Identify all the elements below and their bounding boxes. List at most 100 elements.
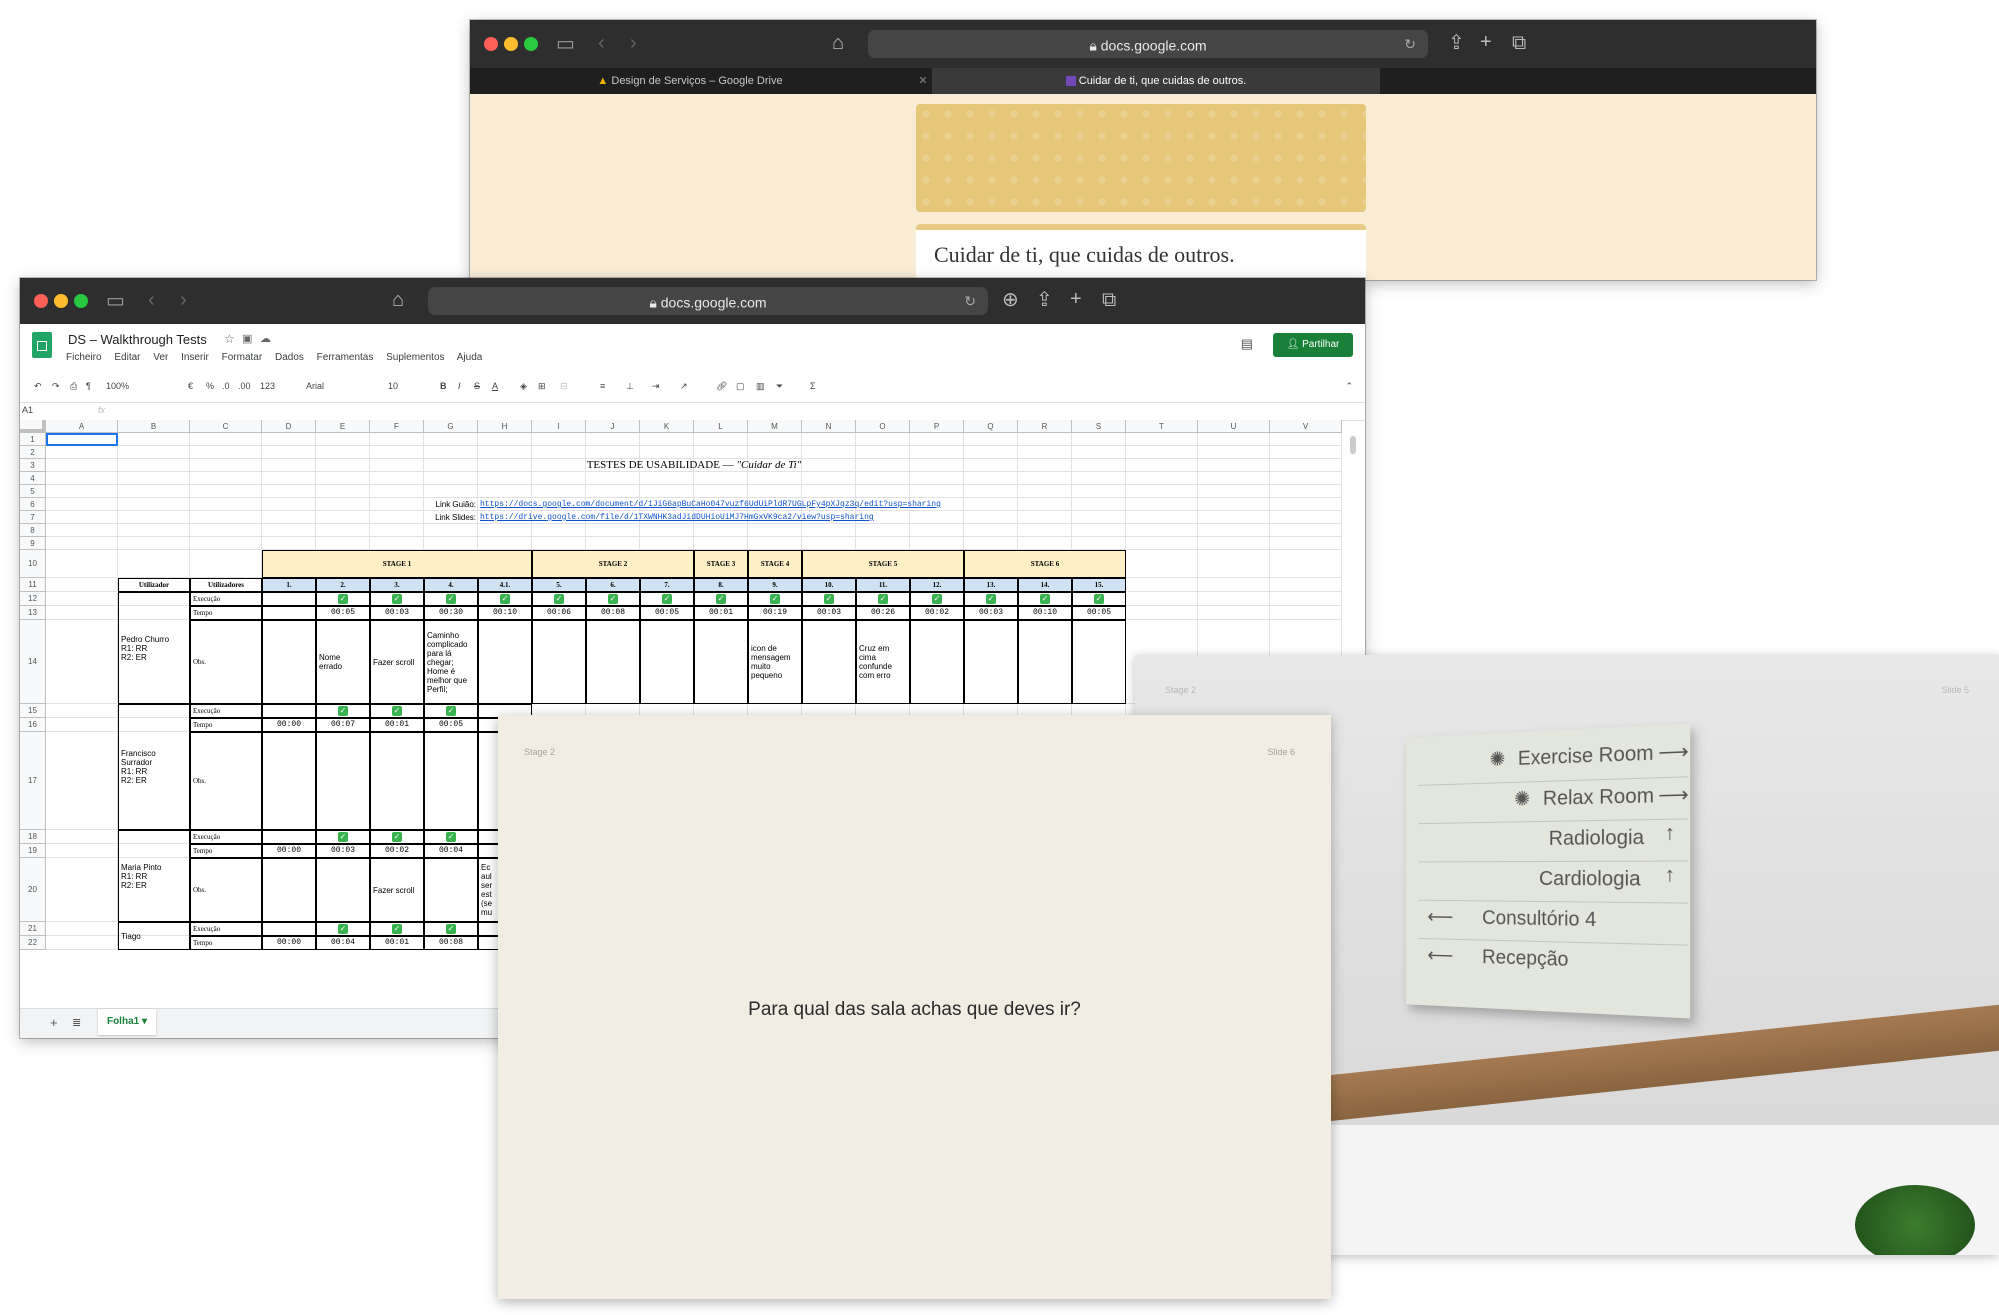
close-window-button[interactable] [34, 294, 48, 308]
column-header-l[interactable]: L [694, 420, 748, 433]
collapse-toolbar-icon[interactable]: ⌃ [1345, 381, 1353, 392]
row-header-13[interactable]: 13 [20, 606, 46, 620]
select-all-corner[interactable] [20, 420, 46, 433]
horizontal-align-icon[interactable]: ≡ [600, 381, 605, 391]
merge-cells-icon[interactable]: ⊟ [560, 381, 568, 392]
row-header-2[interactable]: 2 [20, 446, 46, 459]
bold-icon[interactable]: B [440, 381, 447, 391]
obs-cell[interactable]: Cruz em cima confunde com erro [856, 620, 910, 704]
borders-icon[interactable]: ⊞ [538, 381, 546, 392]
tempo-cell[interactable]: 00:10 [478, 606, 532, 620]
column-header-p[interactable]: P [910, 420, 964, 433]
execucao-cell[interactable]: ✓ [532, 592, 586, 606]
menu-formatar[interactable]: Formatar [222, 352, 263, 363]
menu-ferramentas[interactable]: Ferramentas [317, 352, 374, 363]
tempo-cell[interactable]: 00:05 [1072, 606, 1126, 620]
comments-icon[interactable]: ▤ [1241, 336, 1253, 352]
tempo-cell[interactable]: 00:03 [964, 606, 1018, 620]
menu-ver[interactable]: Ver [153, 352, 168, 363]
tempo-cell[interactable]: 00:08 [424, 936, 478, 950]
column-header-n[interactable]: N [802, 420, 856, 433]
paint-format-icon[interactable]: ¶ [86, 381, 91, 391]
document-name[interactable]: DS – Walkthrough Tests [68, 332, 207, 347]
obs-cell[interactable]: icon de mensagem muito pequeno [748, 620, 802, 704]
text-color-icon[interactable]: A [492, 381, 498, 391]
forward-icon[interactable]: › [630, 33, 637, 53]
execucao-cell[interactable] [262, 704, 316, 718]
download-icon[interactable]: ⊕ [1002, 290, 1019, 310]
column-header-m[interactable]: M [748, 420, 802, 433]
tempo-cell[interactable]: 00:02 [910, 606, 964, 620]
tempo-cell[interactable]: 00:02 [370, 844, 424, 858]
forward-icon[interactable]: › [180, 290, 187, 310]
execucao-cell[interactable]: ✓ [748, 592, 802, 606]
insert-comment-icon[interactable]: ▢ [736, 381, 745, 392]
column-header-c[interactable]: C [190, 420, 262, 433]
close-tab-icon[interactable]: ✕ [916, 68, 930, 94]
tempo-cell[interactable]: 00:30 [424, 606, 478, 620]
percent-format-button[interactable]: % [206, 381, 214, 391]
column-header-f[interactable]: F [370, 420, 424, 433]
execucao-cell[interactable]: ✓ [694, 592, 748, 606]
strikethrough-icon[interactable]: S [474, 381, 480, 391]
obs-cell[interactable] [1018, 620, 1072, 704]
row-header-9[interactable]: 9 [20, 537, 46, 550]
tempo-cell[interactable]: 00:08 [586, 606, 640, 620]
column-header-g[interactable]: G [424, 420, 478, 433]
obs-cell[interactable] [640, 620, 694, 704]
execucao-cell[interactable]: ✓ [316, 704, 370, 718]
tempo-cell[interactable]: 00:06 [532, 606, 586, 620]
all-sheets-icon[interactable]: ≣ [72, 1016, 81, 1029]
name-box[interactable]: A1 [22, 405, 33, 415]
tempo-cell[interactable]: 00:04 [424, 844, 478, 858]
row-header-19[interactable]: 19 [20, 844, 46, 858]
column-header-t[interactable]: T [1126, 420, 1198, 433]
obs-cell[interactable] [424, 732, 478, 830]
obs-cell[interactable] [262, 620, 316, 704]
row-header-22[interactable]: 22 [20, 936, 46, 950]
execucao-cell[interactable]: ✓ [424, 830, 478, 844]
undo-icon[interactable]: ↶ [34, 381, 42, 392]
tempo-cell[interactable]: 00:10 [1018, 606, 1072, 620]
tempo-cell[interactable]: 00:01 [370, 718, 424, 732]
add-sheet-icon[interactable]: + [50, 1015, 58, 1030]
execucao-cell[interactable]: ✓ [370, 592, 424, 606]
obs-cell[interactable] [370, 732, 424, 830]
google-sheets-icon[interactable] [32, 332, 52, 358]
execucao-cell[interactable]: ✓ [370, 922, 424, 936]
tempo-cell[interactable]: 00:05 [424, 718, 478, 732]
redo-icon[interactable]: ↷ [52, 381, 60, 392]
obs-cell[interactable] [532, 620, 586, 704]
share-icon[interactable]: ⇪ [1448, 33, 1465, 53]
menu-ajuda[interactable]: Ajuda [457, 352, 483, 363]
vertical-scrollbar[interactable] [1350, 436, 1356, 454]
functions-icon[interactable]: Σ [810, 381, 816, 391]
execucao-cell[interactable] [262, 922, 316, 936]
decrease-decimal-button[interactable]: .0 [222, 381, 230, 391]
tempo-cell[interactable]: 00:26 [856, 606, 910, 620]
zoom-select[interactable]: 100% [106, 381, 129, 391]
obs-cell[interactable]: Fazer scroll [370, 620, 424, 704]
column-header-v[interactable]: V [1270, 420, 1342, 433]
text-wrap-icon[interactable]: ⇥ [652, 381, 660, 392]
execucao-cell[interactable]: ✓ [478, 592, 532, 606]
obs-cell[interactable] [316, 858, 370, 922]
row-header-21[interactable]: 21 [20, 922, 46, 936]
vertical-align-icon[interactable]: ⊥ [626, 381, 634, 392]
new-tab-icon[interactable]: + [1480, 32, 1492, 52]
sidebar-icon[interactable]: ▭ [106, 291, 125, 311]
obs-cell[interactable]: Nome errado [316, 620, 370, 704]
row-header-1[interactable]: 1 [20, 433, 46, 446]
tempo-cell[interactable]: 00:05 [640, 606, 694, 620]
execucao-cell[interactable]: ✓ [424, 922, 478, 936]
row-header-12[interactable]: 12 [20, 592, 46, 606]
link-guiao[interactable]: https://docs.google.com/document/d/1JiG6… [480, 498, 941, 511]
menu-inserir[interactable]: Inserir [181, 352, 209, 363]
execucao-cell[interactable]: ✓ [910, 592, 964, 606]
row-header-17[interactable]: 17 [20, 732, 46, 830]
tempo-cell[interactable]: 00:03 [370, 606, 424, 620]
row-header-7[interactable]: 7 [20, 511, 46, 524]
share-icon[interactable]: ⇪ [1036, 290, 1053, 310]
execucao-cell[interactable]: ✓ [964, 592, 1018, 606]
more-formats-select[interactable]: 123 [260, 381, 275, 391]
